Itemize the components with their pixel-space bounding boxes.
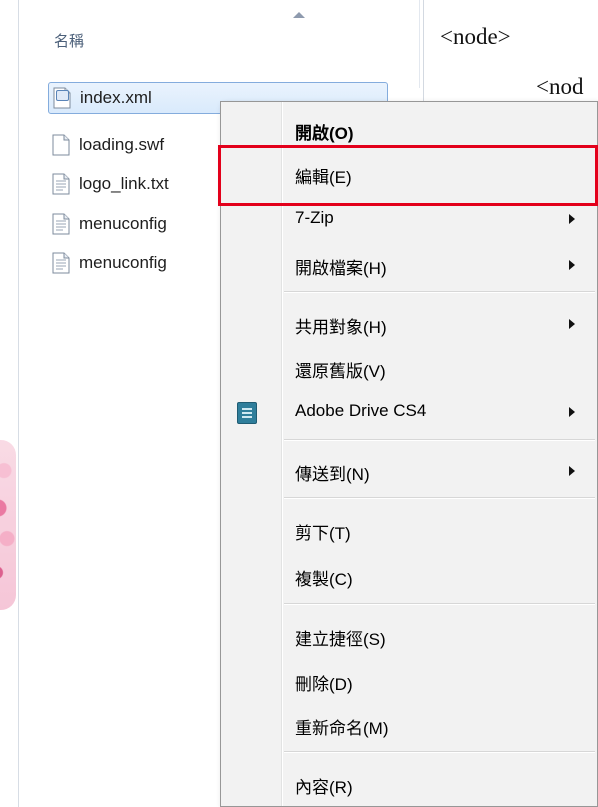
submenu-arrow-icon xyxy=(569,466,575,476)
menu-separator xyxy=(284,291,595,293)
menu-item-delete[interactable]: 刪除(D) xyxy=(221,661,597,701)
column-header[interactable]: 名稱 xyxy=(19,0,424,88)
menu-item-send-to[interactable]: 傳送到(N) xyxy=(221,451,597,491)
menu-item-label: 開啟檔案(H) xyxy=(295,259,387,278)
menu-separator xyxy=(284,751,595,753)
menu-item-cut[interactable]: 剪下(T) xyxy=(221,510,597,550)
file-name: menuconfig xyxy=(79,253,167,272)
context-menu: 開啟(O) 編輯(E) 7-Zip 開啟檔案(H) 共用對象(H) 還原舊版(V… xyxy=(220,101,598,807)
column-divider[interactable] xyxy=(419,0,420,88)
file-name: logo_link.txt xyxy=(79,174,169,193)
file-icon xyxy=(52,134,70,156)
annotation-highlight-box xyxy=(218,145,598,206)
menu-item-label: 刪除(D) xyxy=(295,675,353,694)
menu-separator xyxy=(284,497,595,499)
xml-file-icon xyxy=(53,87,71,109)
menu-item-label: 複製(C) xyxy=(295,570,353,589)
sort-ascending-icon xyxy=(293,12,305,18)
code-line: <node> xyxy=(440,24,511,49)
menu-item-properties[interactable]: 內容(R) xyxy=(221,764,597,804)
adobe-drive-icon xyxy=(237,402,257,424)
submenu-arrow-icon xyxy=(569,260,575,270)
menu-item-rename[interactable]: 重新命名(M) xyxy=(221,705,597,745)
menu-item-label: 傳送到(N) xyxy=(295,465,370,484)
menu-item-label: 建立捷徑(S) xyxy=(295,630,386,649)
text-file-icon xyxy=(52,173,70,195)
menu-item-label: 內容(R) xyxy=(295,778,353,797)
menu-item-label: Adobe Drive CS4 xyxy=(295,401,427,420)
menu-item-restore-previous[interactable]: 還原舊版(V) xyxy=(221,348,597,388)
file-name: index.xml xyxy=(80,88,152,107)
menu-item-adobe-drive[interactable]: Adobe Drive CS4 xyxy=(221,392,597,432)
menu-item-open[interactable]: 開啟(O) xyxy=(221,110,597,150)
submenu-arrow-icon xyxy=(569,319,575,329)
text-file-icon xyxy=(52,252,70,274)
menu-item-label: 還原舊版(V) xyxy=(295,362,386,381)
file-name: loading.swf xyxy=(79,135,165,154)
text-file-icon xyxy=(52,213,70,235)
menu-item-create-shortcut[interactable]: 建立捷徑(S) xyxy=(221,616,597,656)
menu-item-open-with[interactable]: 開啟檔案(H) xyxy=(221,245,597,285)
file-name: menuconfig xyxy=(79,214,167,233)
flower-decoration xyxy=(0,440,16,610)
menu-separator xyxy=(284,439,595,441)
menu-separator xyxy=(284,603,595,605)
background-decoration xyxy=(0,0,18,807)
menu-item-label: 7-Zip xyxy=(295,208,334,227)
code-line: <nod xyxy=(536,74,584,99)
submenu-arrow-icon xyxy=(569,214,575,224)
name-column-header[interactable]: 名稱 xyxy=(54,30,84,51)
menu-item-copy[interactable]: 複製(C) xyxy=(221,556,597,596)
menu-item-label: 剪下(T) xyxy=(295,524,351,543)
menu-item-label: 共用對象(H) xyxy=(295,318,387,337)
menu-item-label: 重新命名(M) xyxy=(295,719,389,738)
submenu-arrow-icon xyxy=(569,407,575,417)
menu-item-label: 開啟(O) xyxy=(295,124,354,143)
menu-item-share-with[interactable]: 共用對象(H) xyxy=(221,304,597,344)
